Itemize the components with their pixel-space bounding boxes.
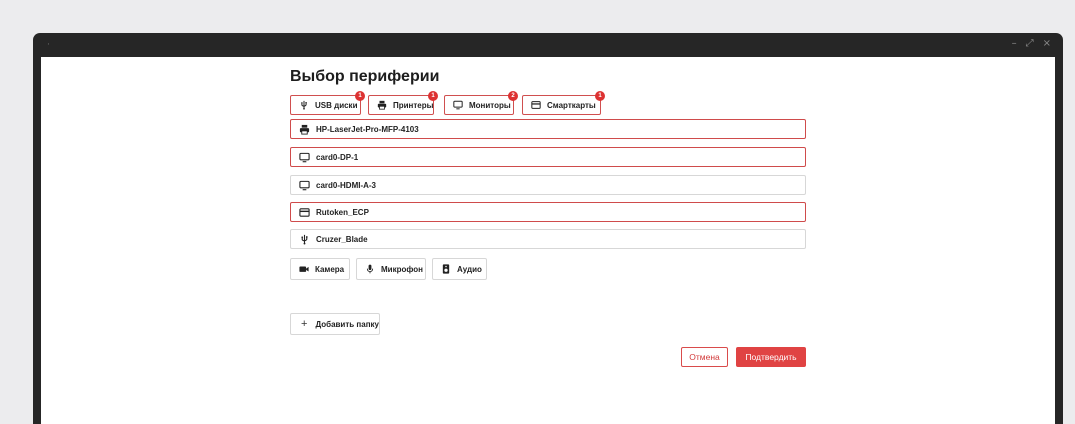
tab-label: Смарткарты [547, 100, 596, 110]
usb-icon [301, 234, 308, 245]
device-item-usb[interactable]: Cruzer_Blade [290, 229, 806, 249]
smartcard-icon [299, 207, 310, 217]
device-name: card0-DP-1 [316, 152, 359, 162]
device-name: card0-HDMI-A-3 [316, 180, 377, 190]
app-window: · – ⤢ × Выбор периферии USB диски 1 Прин… [33, 33, 1063, 424]
tab-label: Мониторы [469, 100, 511, 110]
maximize-button[interactable]: ⤢ [1026, 38, 1034, 50]
usb-icon [301, 100, 307, 110]
tab-smartcards[interactable]: Смарткарты 1 [522, 91, 605, 115]
media-label: Аудио [457, 264, 482, 274]
plus-icon: + [301, 318, 308, 330]
tab-label: Принтеры [393, 100, 434, 110]
device-name: HP-LaserJet-Pro-MFP-4103 [316, 124, 419, 134]
page-title: Выбор периферии [290, 68, 440, 85]
add-folder-label: Добавить папку [315, 319, 379, 329]
tab-count-badge: 2 [508, 91, 518, 101]
monitor-icon [299, 180, 310, 190]
device-item-smartcard[interactable]: Rutoken_ECP [290, 202, 806, 222]
close-button[interactable]: × [1043, 38, 1051, 50]
device-item-monitor-dp[interactable]: card0-DP-1 [290, 147, 806, 167]
tab-printers[interactable]: Принтеры 1 [368, 91, 438, 115]
media-label: Микрофон [381, 264, 423, 274]
printer-icon [377, 100, 387, 110]
tab-count-badge: 1 [595, 91, 605, 101]
add-folder-button[interactable]: + Добавить папку [290, 313, 380, 335]
media-label: Камера [315, 264, 345, 274]
audio-button[interactable]: Аудио [432, 258, 487, 280]
device-name: Rutoken_ECP [316, 207, 369, 217]
speaker-icon [442, 264, 450, 274]
tab-usb-drives[interactable]: USB диски 1 [290, 91, 365, 115]
tab-count-badge: 1 [428, 91, 438, 101]
device-item-monitor-hdmi[interactable]: card0-HDMI-A-3 [290, 175, 806, 195]
tab-monitors[interactable]: Мониторы 2 [444, 91, 518, 115]
microphone-icon [366, 264, 374, 274]
tab-count-badge: 1 [355, 91, 365, 101]
smartcard-icon [531, 101, 541, 109]
window-menu-dot: · [47, 40, 50, 50]
confirm-button[interactable]: Подтвердить [736, 347, 806, 367]
device-item-printer[interactable]: HP-LaserJet-Pro-MFP-4103 [290, 119, 806, 139]
camera-button[interactable]: Камера [290, 258, 350, 280]
monitor-icon [453, 100, 463, 110]
tab-label: USB диски [315, 100, 358, 110]
monitor-icon [299, 152, 310, 162]
window-controls: – ⤢ × [1012, 38, 1051, 50]
printer-icon [299, 124, 310, 135]
camera-icon [299, 266, 309, 272]
window-titlebar: · – ⤢ × [33, 33, 1063, 57]
dialog-content: Выбор периферии USB диски 1 Принтеры 1 М… [41, 57, 1055, 424]
microphone-button[interactable]: Микрофон [356, 258, 426, 280]
device-name: Cruzer_Blade [316, 234, 368, 244]
minimize-button[interactable]: – [1012, 38, 1017, 50]
cancel-button[interactable]: Отмена [681, 347, 728, 367]
